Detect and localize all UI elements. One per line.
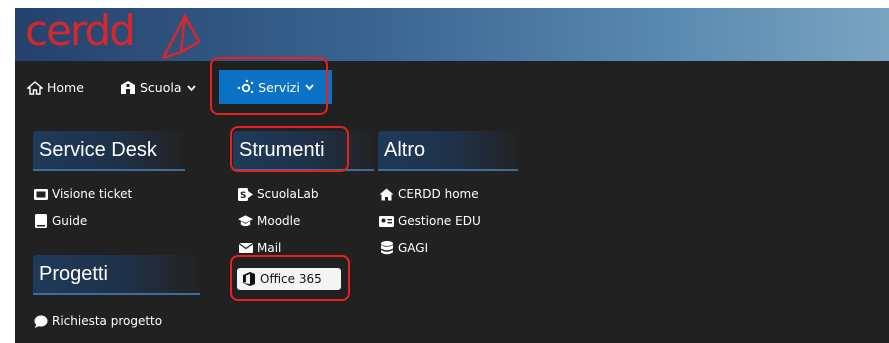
menu-item-label: GAGI xyxy=(398,241,429,255)
chat-icon xyxy=(33,315,48,328)
menu-item-label: Guide xyxy=(52,214,88,228)
ticket-icon xyxy=(33,188,48,200)
menu-item-gagi[interactable]: GAGI xyxy=(379,239,428,257)
nav-servizi[interactable]: Servizi xyxy=(219,70,332,104)
menu-item-office-365[interactable]: Office 365 xyxy=(237,268,341,290)
id-card-icon xyxy=(379,215,394,227)
scuolalab-icon: S xyxy=(238,187,253,201)
office-icon xyxy=(243,272,255,286)
menu-item-label: Office 365 xyxy=(260,272,322,286)
menu-item-label: Gestione EDU xyxy=(398,214,481,228)
menu-item-label: Richiesta progetto xyxy=(52,314,163,328)
menu-item-label: CERDD home xyxy=(398,187,479,201)
logo-text: cerdd xyxy=(25,6,136,55)
nav-scuola[interactable]: Scuola xyxy=(120,61,196,114)
menu-item-guide[interactable]: Guide xyxy=(33,212,87,230)
menu-item-cerdd-home[interactable]: CERDD home xyxy=(379,185,479,203)
menu-item-mail[interactable]: Mail xyxy=(238,239,281,257)
svg-text:S: S xyxy=(240,191,246,201)
nav-scuola-label: Scuola xyxy=(140,80,182,95)
database-icon xyxy=(379,241,394,255)
menu-item-moodle[interactable]: Moodle xyxy=(238,212,300,230)
main-navbar: Home Scuola Servizi xyxy=(15,61,889,114)
chevron-down-icon xyxy=(186,84,196,91)
section-title-altro: Altro xyxy=(378,131,518,171)
nav-servizi-label: Servizi xyxy=(258,79,300,95)
header-banner: cerdd xyxy=(15,6,889,61)
section-title-service-desk: Service Desk xyxy=(33,131,185,171)
chevron-down-icon xyxy=(305,84,314,90)
book-icon xyxy=(33,214,48,228)
school-icon xyxy=(120,80,136,95)
menu-item-label: Visione ticket xyxy=(52,187,133,201)
home-icon xyxy=(27,80,43,95)
menu-item-label: Moodle xyxy=(257,214,301,228)
nav-home[interactable]: Home xyxy=(27,61,84,114)
servizi-dropdown: Service Desk Visione ticket Guide Proget… xyxy=(15,114,889,343)
menu-item-label: ScuolaLab xyxy=(257,187,319,201)
logo-triangle-icon xyxy=(161,13,201,60)
menu-item-richiesta-progetto[interactable]: Richiesta progetto xyxy=(33,312,162,330)
menu-item-scuolalab[interactable]: S ScuolaLab xyxy=(238,185,319,203)
envelope-icon xyxy=(238,243,253,253)
nav-home-label: Home xyxy=(47,80,84,95)
menu-item-label: Mail xyxy=(257,241,282,255)
menu-item-gestione-edu[interactable]: Gestione EDU xyxy=(379,212,481,230)
section-title-strumenti: Strumenti xyxy=(233,131,374,171)
network-icon xyxy=(237,79,255,95)
menu-item-visione-ticket[interactable]: Visione ticket xyxy=(33,185,132,203)
graduation-cap-icon xyxy=(238,215,253,227)
home-icon xyxy=(379,188,394,201)
section-title-progetti: Progetti xyxy=(33,255,200,295)
cerdd-logo[interactable]: cerdd xyxy=(21,6,211,60)
